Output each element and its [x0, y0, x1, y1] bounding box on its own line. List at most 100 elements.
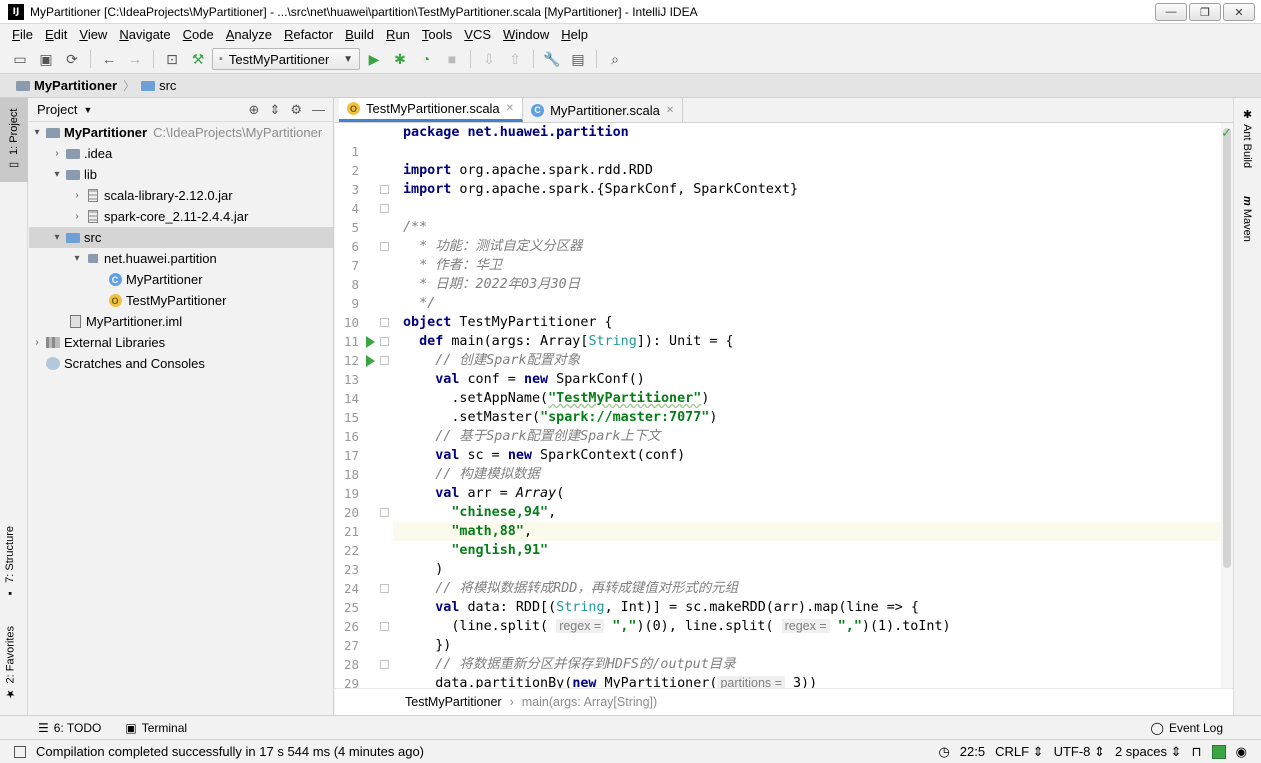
todo-tool-tab[interactable]: ☰ 6: TODO: [38, 721, 101, 735]
close-icon[interactable]: ✕: [506, 103, 514, 114]
favorites-tool-tab[interactable]: ★ 2: Favorites: [4, 626, 18, 700]
event-log-tool-tab[interactable]: ◯ Event Log: [1151, 721, 1223, 735]
tab-testmypartitioner[interactable]: O TestMyPartitioner.scala ✕: [339, 98, 524, 122]
tool-windows-toggle-icon[interactable]: [14, 745, 26, 758]
inspection-ok-icon[interactable]: ✓: [1221, 125, 1232, 141]
menu-code[interactable]: Code: [177, 27, 220, 42]
project-structure-icon[interactable]: ▤: [566, 48, 590, 70]
coverage-icon[interactable]: ◔: [414, 48, 438, 70]
expand-arrow-icon[interactable]: ›: [31, 337, 43, 348]
status-message[interactable]: Compilation completed successfully in 17…: [36, 744, 424, 759]
vcs-commit-icon[interactable]: ⇧: [503, 48, 527, 70]
expand-arrow-icon[interactable]: ›: [71, 190, 83, 201]
terminal-tool-tab[interactable]: ▣ Terminal: [125, 721, 187, 735]
run-gutter-icon[interactable]: [366, 336, 375, 348]
lock-icon[interactable]: ⊓: [1192, 744, 1202, 760]
fold-marker-icon[interactable]: [380, 318, 389, 327]
fold-marker-icon[interactable]: [380, 242, 389, 251]
expand-arrow-icon[interactable]: ▾: [51, 232, 63, 243]
menu-build[interactable]: Build: [339, 27, 380, 42]
vcs-update-icon[interactable]: ⇩: [477, 48, 501, 70]
breadcrumb-object[interactable]: TestMyPartitioner: [405, 695, 502, 709]
expand-arrow-icon[interactable]: ▾: [71, 253, 83, 264]
tree-item-scratches[interactable]: Scratches and Consoles: [29, 353, 333, 374]
menu-analyze[interactable]: Analyze: [220, 27, 278, 42]
fold-marker-icon[interactable]: [380, 185, 389, 194]
menu-refactor[interactable]: Refactor: [278, 27, 339, 42]
clock-icon[interactable]: ◷: [938, 744, 949, 760]
scrollbar-thumb[interactable]: [1223, 128, 1231, 568]
vertical-scrollbar[interactable]: [1221, 123, 1233, 688]
fold-marker-icon[interactable]: [380, 584, 389, 593]
menu-edit[interactable]: Edit: [39, 27, 73, 42]
run-icon[interactable]: ▶: [362, 48, 386, 70]
forward-icon[interactable]: →: [123, 48, 147, 70]
tree-item-testmypartitioner-object[interactable]: O TestMyPartitioner: [29, 290, 333, 311]
build-hammer-icon[interactable]: ⚒: [186, 48, 210, 70]
sync-icon[interactable]: ⟳: [60, 48, 84, 70]
maven-tab[interactable]: m Maven: [1241, 196, 1253, 242]
fold-marker-icon[interactable]: [380, 508, 389, 517]
fold-marker-icon[interactable]: [380, 356, 389, 365]
inspection-profile-icon[interactable]: [1211, 744, 1226, 759]
gear-icon[interactable]: ⚙: [290, 102, 302, 118]
stop-icon[interactable]: ■: [440, 48, 464, 70]
fold-marker-icon[interactable]: [380, 337, 389, 346]
run-gutter-icon[interactable]: [366, 355, 375, 367]
expand-arrow-icon[interactable]: ▾: [51, 169, 63, 180]
close-icon[interactable]: ✕: [666, 105, 674, 116]
caret-position[interactable]: 22:5: [960, 744, 985, 759]
minimize-button[interactable]: —: [1155, 3, 1187, 21]
expand-arrow-icon[interactable]: ›: [51, 148, 63, 159]
close-button[interactable]: ✕: [1223, 3, 1255, 21]
menu-navigate[interactable]: Navigate: [113, 27, 176, 42]
run-configuration-select[interactable]: ▪ TestMyPartitioner ▼: [212, 48, 360, 70]
hide-icon[interactable]: —: [312, 102, 325, 118]
tree-item-src[interactable]: ▾ src: [29, 227, 333, 248]
fold-marker-icon[interactable]: [380, 204, 389, 213]
menu-view[interactable]: View: [73, 27, 113, 42]
expand-arrow-icon[interactable]: ▾: [31, 127, 43, 138]
memory-indicator-icon[interactable]: ◉: [1236, 744, 1247, 760]
structure-tool-tab[interactable]: ▪ 7: Structure: [4, 526, 16, 599]
tab-mypartitioner[interactable]: C MyPartitioner.scala ✕: [523, 98, 684, 122]
tree-item-spark-core-jar[interactable]: › spark-core_2.11-2.4.4.jar: [29, 206, 333, 227]
settings-wrench-icon[interactable]: 🔧: [540, 48, 564, 70]
tree-item-iml[interactable]: MyPartitioner.iml: [29, 311, 333, 332]
breadcrumb-method[interactable]: main(args: Array[String]): [522, 695, 657, 709]
chevron-down-icon[interactable]: ▼: [83, 105, 92, 115]
breadcrumb-src[interactable]: src: [141, 78, 176, 93]
project-view-selector[interactable]: Project: [37, 102, 77, 117]
tree-item-external-libraries[interactable]: › External Libraries: [29, 332, 333, 353]
encoding-select[interactable]: UTF-8 ⇕: [1054, 744, 1105, 760]
search-icon[interactable]: ⌕: [603, 48, 627, 70]
menu-file[interactable]: File: [6, 27, 39, 42]
tree-item-mypartitioner-class[interactable]: C MyPartitioner: [29, 269, 333, 290]
project-tool-tab[interactable]: ▭ 1: Project: [0, 98, 28, 182]
tree-item-idea[interactable]: › .idea: [29, 143, 333, 164]
select-target-icon[interactable]: ⊡: [160, 48, 184, 70]
menu-run[interactable]: Run: [380, 27, 416, 42]
maximize-button[interactable]: ❐: [1189, 3, 1221, 21]
tree-item-lib[interactable]: ▾ lib: [29, 164, 333, 185]
indent-select[interactable]: 2 spaces ⇕: [1115, 744, 1182, 760]
fold-marker-icon[interactable]: [380, 622, 389, 631]
code-editor[interactable]: package net.huawei.partition import org.…: [393, 123, 1221, 688]
menu-vcs[interactable]: VCS: [458, 27, 497, 42]
line-separator-select[interactable]: CRLF ⇕: [995, 744, 1043, 760]
expand-arrow-icon[interactable]: ›: [71, 211, 83, 222]
tree-item-package[interactable]: ▾ net.huawei.partition: [29, 248, 333, 269]
menu-window[interactable]: Window: [497, 27, 555, 42]
tree-item-scala-library-jar[interactable]: › scala-library-2.12.0.jar: [29, 185, 333, 206]
menu-help[interactable]: Help: [555, 27, 594, 42]
debug-icon[interactable]: ✱: [388, 48, 412, 70]
locate-target-icon[interactable]: ⊕: [249, 102, 260, 118]
menu-tools[interactable]: Tools: [416, 27, 458, 42]
open-folder-icon[interactable]: ▭: [8, 48, 32, 70]
collapse-all-icon[interactable]: ⇕: [269, 102, 280, 118]
save-all-icon[interactable]: ▣: [34, 48, 58, 70]
breadcrumb-project[interactable]: MyPartitioner: [16, 78, 117, 93]
tree-item-project-root[interactable]: ▾ MyPartitioner C:\IdeaProjects\MyPartit…: [29, 122, 333, 143]
fold-marker-icon[interactable]: [380, 660, 389, 669]
ant-build-tab[interactable]: ✱ Ant Build: [1241, 108, 1254, 168]
